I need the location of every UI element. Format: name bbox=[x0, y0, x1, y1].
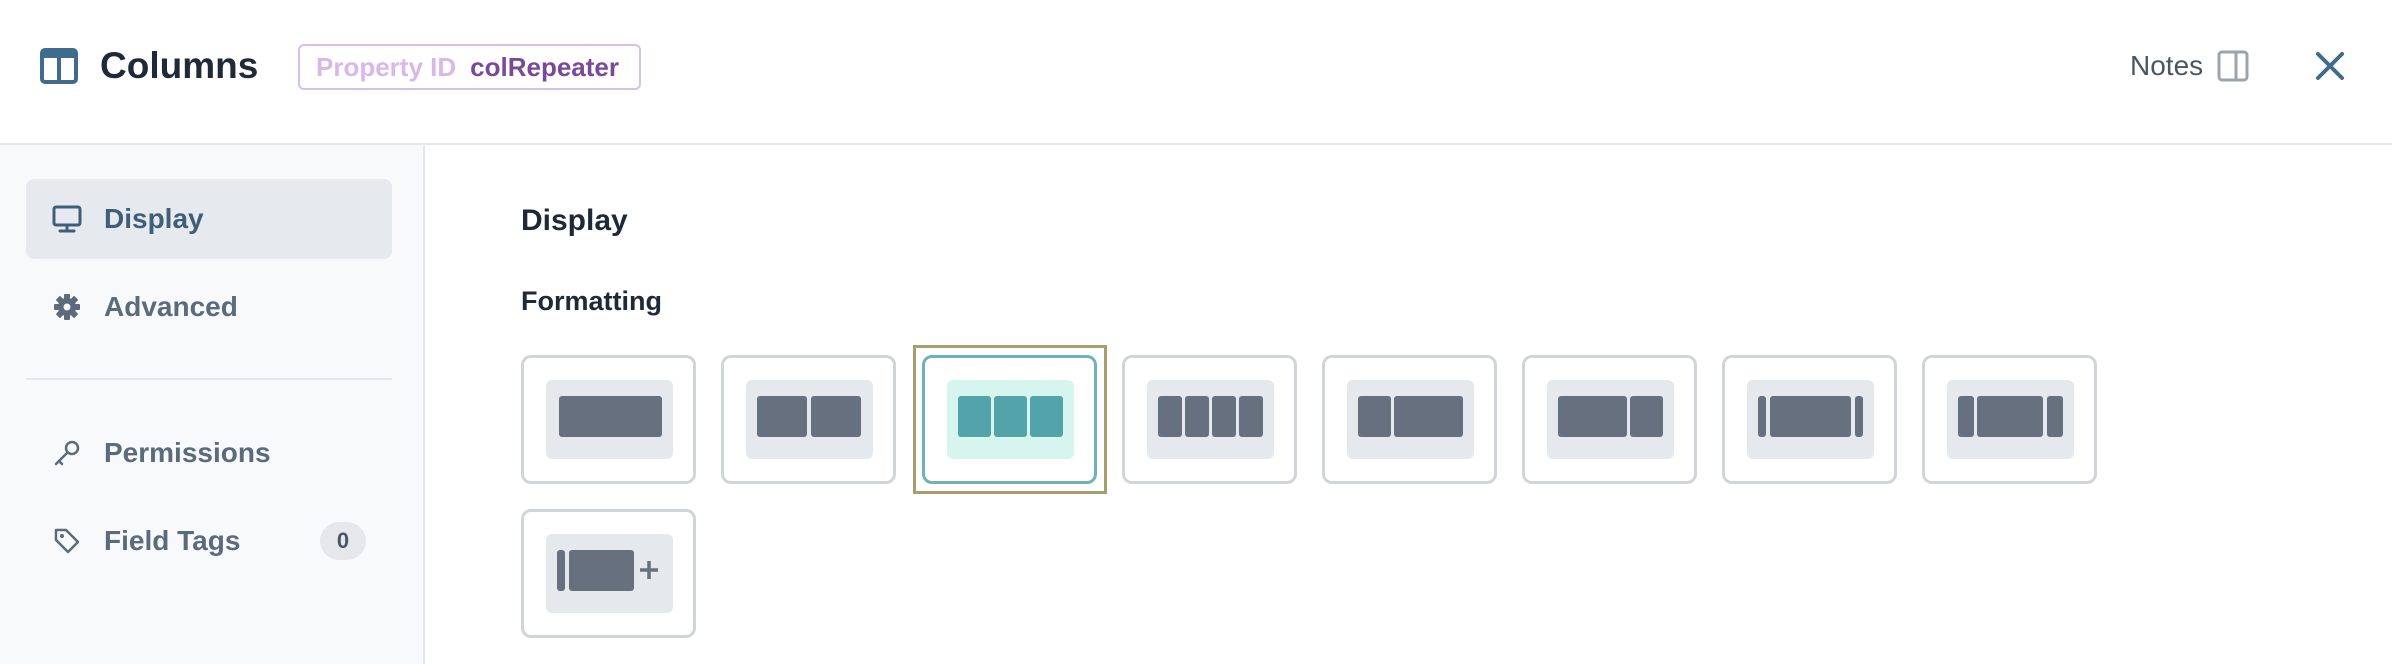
layout-option-repeater-add[interactable] bbox=[521, 509, 696, 638]
column-block bbox=[1558, 396, 1627, 437]
notes-label: Notes bbox=[2130, 50, 2204, 81]
column-block bbox=[1855, 396, 1863, 437]
layout-preview bbox=[1147, 380, 1274, 459]
sidebar-item-display[interactable]: Display bbox=[26, 179, 392, 259]
column-block bbox=[1358, 396, 1391, 437]
sidebar-item-field-tags[interactable]: Field Tags 0 bbox=[26, 501, 392, 581]
property-id-badge: Property ID colRepeater bbox=[298, 44, 641, 90]
section-title: Display bbox=[521, 204, 628, 237]
column-block bbox=[1394, 396, 1463, 437]
layout-preview bbox=[947, 380, 1074, 459]
layout-preview bbox=[1947, 380, 2074, 459]
layout-preview bbox=[1547, 380, 1674, 459]
layout-option-sidebar-wide-narrow[interactable] bbox=[1922, 355, 2097, 484]
column-block bbox=[1630, 396, 1663, 437]
layout-preview bbox=[546, 534, 673, 613]
sidebar-item-label: Advanced bbox=[104, 291, 238, 322]
column-block bbox=[1239, 396, 1263, 437]
column-block bbox=[2047, 396, 2063, 437]
column-block bbox=[1770, 396, 1851, 437]
property-id-value: colRepeater bbox=[470, 51, 619, 82]
formatting-label: Formatting bbox=[521, 286, 662, 316]
layout-option-sidebar-wide-sidebar[interactable] bbox=[1722, 355, 1897, 484]
page-title: Columns bbox=[100, 45, 259, 86]
column-block bbox=[569, 550, 634, 591]
header: Columns Property ID colRepeater Notes bbox=[0, 0, 2392, 145]
sidebar-item-label: Display bbox=[104, 203, 204, 234]
monitor-icon bbox=[52, 204, 82, 234]
layout-option-three-columns[interactable] bbox=[922, 355, 1097, 484]
columns-icon bbox=[40, 48, 78, 84]
sidebar-item-label: Permissions bbox=[104, 437, 271, 468]
sidebar-item-permissions[interactable]: Permissions bbox=[26, 413, 392, 493]
layout-preview bbox=[546, 380, 673, 459]
plus-icon bbox=[640, 561, 658, 579]
tag-icon bbox=[52, 526, 82, 556]
column-block bbox=[559, 396, 662, 437]
column-block bbox=[1977, 396, 2043, 437]
column-block bbox=[1958, 396, 1974, 437]
sidebar-panel-icon bbox=[2217, 50, 2249, 82]
sidebar-item-advanced[interactable]: Advanced bbox=[26, 267, 392, 347]
layout-preview bbox=[1747, 380, 1874, 459]
column-block bbox=[1158, 396, 1182, 437]
sidebar-divider bbox=[26, 378, 392, 380]
column-block bbox=[811, 396, 861, 437]
property-id-label: Property ID bbox=[316, 51, 457, 82]
sidebar-item-label: Field Tags bbox=[104, 525, 241, 556]
layout-preview bbox=[1347, 380, 1474, 459]
gear-icon bbox=[52, 292, 82, 322]
field-tags-count-badge: 0 bbox=[320, 522, 366, 560]
layout-option-four-columns[interactable] bbox=[1122, 355, 1297, 484]
layout-option-one-column[interactable] bbox=[521, 355, 696, 484]
layout-option-narrow-wide[interactable] bbox=[1322, 355, 1497, 484]
column-block bbox=[958, 396, 991, 437]
column-block bbox=[557, 550, 565, 591]
column-block bbox=[994, 396, 1027, 437]
key-icon bbox=[52, 438, 82, 468]
layout-option-two-columns[interactable] bbox=[721, 355, 896, 484]
notes-toggle[interactable]: Notes bbox=[2130, 50, 2249, 82]
column-block bbox=[1212, 396, 1236, 437]
column-block bbox=[1030, 396, 1063, 437]
column-block bbox=[757, 396, 807, 437]
column-block bbox=[1758, 396, 1766, 437]
column-block bbox=[1185, 396, 1209, 437]
close-icon[interactable] bbox=[2312, 48, 2348, 84]
layout-preview bbox=[746, 380, 873, 459]
sidebar: Display Advanced Permissions Field Tags … bbox=[0, 145, 425, 664]
layout-option-wide-narrow[interactable] bbox=[1522, 355, 1697, 484]
